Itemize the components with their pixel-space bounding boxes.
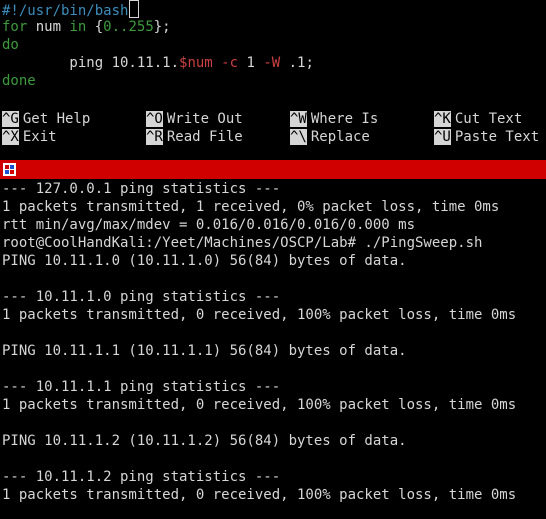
terminal-line: PING 10.11.1.2 (10.11.1.2) 56(84) bytes … [2, 433, 407, 449]
terminal-line: --- 10.11.1.1 ping statistics --- [2, 379, 281, 395]
shortcut-key: ^O [146, 111, 163, 127]
code-token: in [69, 19, 87, 35]
code-token: for [2, 19, 28, 35]
shortcut-label: Read File [166, 129, 243, 145]
shortcut-cut-text[interactable]: ^K Cut Text [434, 110, 522, 128]
code-token: }; [153, 19, 171, 35]
shortcut-label: Get Help [22, 111, 91, 127]
shortcut-paste-text[interactable]: ^U Paste Text [434, 128, 539, 146]
shortcut-key: ^W [290, 111, 307, 127]
shortcut-label: Cut Text [454, 111, 523, 127]
terminal-line: rtt min/avg/max/mdev = 0.016/0.016/0.016… [2, 217, 416, 233]
code-token: 1 [238, 55, 264, 71]
editor-line[interactable]: ping 10.11.1.$num -c 1 -W .1; [0, 54, 546, 72]
text-cursor [129, 0, 140, 18]
terminal-line: --- 127.0.0.1 ping statistics --- [2, 181, 281, 197]
shortcut-key: ^U [434, 129, 451, 145]
terminal-output-pane[interactable]: --- 127.0.0.1 ping statistics --- 1 packe… [0, 180, 546, 519]
terminal-line: PING 10.11.1.1 (10.11.1.1) 56(84) bytes … [2, 343, 407, 359]
shortcut-label: Replace [310, 129, 370, 145]
code-token: #!/usr/bin/bash [2, 3, 129, 19]
editor-line[interactable]: #!/usr/bin/bash [0, 0, 546, 19]
shortcut-label: Where Is [310, 111, 379, 127]
code-token: { [86, 19, 104, 35]
terminal-line: --- 10.11.1.2 ping statistics --- [2, 469, 281, 485]
editor-text-area[interactable]: #!/usr/bin/bash for num in {0..255}; do pi… [0, 0, 546, 90]
shortcut-key: ^R [146, 129, 163, 145]
code-token: ping 10.11.1. [2, 55, 180, 71]
editor-line[interactable]: do [0, 36, 546, 54]
shortcut-label: Paste Text [454, 129, 540, 145]
shortcut-exit[interactable]: ^X Exit [2, 128, 57, 146]
terminal-line: PING 10.11.1.0 (10.11.1.0) 56(84) bytes … [2, 253, 407, 269]
shortcut-label: Write Out [166, 111, 243, 127]
code-token: -c [221, 55, 239, 71]
shortcut-key: ^\ [290, 129, 307, 145]
terminal-line: 1 packets transmitted, 0 received, 100% … [2, 397, 517, 413]
terminal-line: 1 packets transmitted, 1 received, 0% pa… [2, 199, 500, 215]
terminal-line: 1 packets transmitted, 0 received, 100% … [2, 307, 517, 323]
tmux-pane-icon [3, 163, 16, 176]
code-token: -W [263, 55, 281, 71]
shortcut-replace[interactable]: ^\ Replace [290, 128, 370, 146]
code-token: 0..255 [103, 19, 154, 35]
shortcut-read-file[interactable]: ^R Read File [146, 128, 243, 146]
shortcut-key: ^G [2, 111, 19, 127]
code-token: .1; [280, 55, 314, 71]
tmux-pane-divider[interactable] [0, 160, 546, 179]
editor-line[interactable]: for num in {0..255}; [0, 18, 546, 36]
shortcut-write-out[interactable]: ^O Write Out [146, 110, 243, 128]
nano-shortcut-bar: ^G Get Help ^O Write Out ^W Where Is ^K Cut Tex… [0, 110, 546, 146]
editor-line[interactable]: done [0, 72, 546, 90]
shortcut-label: Exit [22, 129, 57, 145]
shortcut-key: ^K [434, 111, 451, 127]
nano-editor-pane[interactable]: #!/usr/bin/bash for num in {0..255}; do pi… [0, 0, 546, 156]
code-token: do [2, 37, 19, 53]
shortcut-where-is[interactable]: ^W Where Is [290, 110, 378, 128]
shortcut-get-help[interactable]: ^G Get Help [2, 110, 90, 128]
code-token: num [27, 19, 70, 35]
terminal-line: 1 packets transmitted, 0 received, 100% … [2, 487, 517, 503]
code-token: $num [179, 55, 213, 71]
terminal-line: root@CoolHandKali:/Yeet/Machines/OSCP/La… [2, 235, 483, 251]
terminal-line: --- 10.11.1.0 ping statistics --- [2, 289, 281, 305]
shortcut-key: ^X [2, 129, 19, 145]
code-token: done [2, 73, 36, 89]
